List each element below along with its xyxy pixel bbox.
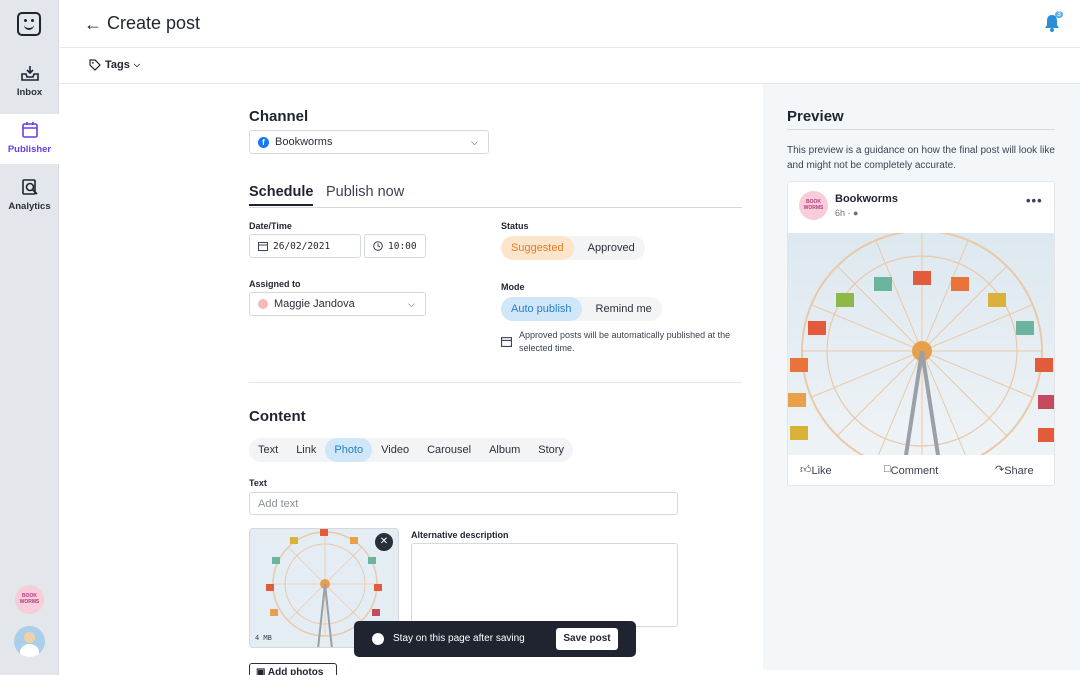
ferris-wheel-image <box>788 233 1054 455</box>
section-divider <box>249 382 742 383</box>
preview-panel: Preview This preview is a guidance on ho… <box>763 84 1080 670</box>
inbox-icon <box>20 66 39 81</box>
channel-select[interactable]: f Bookworms ⌵ <box>249 130 489 154</box>
sidebar: Inbox Publisher Analytics BOOK WORMS <box>0 0 59 675</box>
like-action[interactable]: 👍︎ Like <box>800 463 832 477</box>
save-toast: Stay on this page after saving Save post <box>354 621 636 657</box>
more-options-icon[interactable]: ••• <box>1026 193 1043 208</box>
stay-on-page-toggle[interactable] <box>372 633 384 645</box>
channel-value: Bookworms <box>275 136 333 148</box>
page-avatar: BOOK WORMS <box>799 191 828 220</box>
globe-icon: ● <box>853 208 859 218</box>
status-suggested[interactable]: Suggested <box>501 236 574 260</box>
back-arrow-icon[interactable]: ← <box>84 14 102 35</box>
assignee-select[interactable]: Maggie Jandova ⌵ <box>249 292 426 316</box>
user-avatar[interactable] <box>14 626 45 657</box>
post-actions: 👍︎ Like □ Comment ↷ Share <box>788 461 1054 481</box>
status-toggle: Suggested Approved <box>501 236 645 260</box>
photo-size: 4 MB <box>255 634 272 642</box>
date-label: Date/Time <box>249 221 292 231</box>
text-label: Text <box>249 478 267 488</box>
mode-auto-publish[interactable]: Auto publish <box>501 297 582 321</box>
facebook-icon: f <box>258 136 269 148</box>
tags-label: Tags <box>105 59 130 71</box>
content-type-tabs: Text Link Photo Video Carousel Album Sto… <box>249 438 573 462</box>
post-image <box>788 233 1054 455</box>
tab-schedule[interactable]: Schedule <box>249 184 314 206</box>
page-header: ← Create post 3 <box>60 0 1080 48</box>
preview-heading: Preview <box>787 108 844 125</box>
calendar-icon <box>21 122 38 138</box>
toolbar: Tags ⌵ <box>60 48 1080 84</box>
sidebar-item-label: Analytics <box>8 201 51 212</box>
tag-icon <box>89 59 101 71</box>
date-field[interactable]: 26/02/2021 <box>249 234 361 258</box>
brand-avatar[interactable]: BOOK WORMS <box>15 585 44 614</box>
add-photos-button[interactable]: ▣ Add photos <box>249 663 337 675</box>
calendar-icon <box>258 242 268 251</box>
mode-label: Mode <box>501 282 525 292</box>
comment-action[interactable]: □ Comment <box>884 463 938 477</box>
tab-link[interactable]: Link <box>287 438 325 462</box>
mode-remind-me[interactable]: Remind me <box>586 297 662 321</box>
post-preview-card: BOOK WORMS Bookworms 6h · ● ••• 👍︎ Like … <box>787 181 1055 486</box>
mode-hint: Approved posts will be automatically pub… <box>519 330 731 353</box>
preview-description: This preview is a guidance on how the fi… <box>787 145 1055 171</box>
user-avatar <box>258 299 268 309</box>
share-action[interactable]: ↷ Share <box>995 463 1034 477</box>
alt-description-label: Alternative description <box>411 530 509 540</box>
channel-heading: Channel <box>249 108 309 125</box>
add-photos-label: Add photos <box>267 667 324 675</box>
clock-icon <box>373 241 383 251</box>
preview-divider <box>787 129 1055 130</box>
tab-text[interactable]: Text <box>249 438 287 462</box>
toast-text: Stay on this page after saving <box>393 633 525 644</box>
assigned-label: Assigned to <box>249 279 301 289</box>
sidebar-item-analytics[interactable]: Analytics <box>0 165 59 225</box>
tab-carousel[interactable]: Carousel <box>418 438 480 462</box>
post-form: Channel f Bookworms ⌵ Schedule Publish n… <box>60 84 763 675</box>
chevron-down-icon: ⌵ <box>133 60 140 69</box>
tab-publish-now[interactable]: Publish now <box>326 184 404 204</box>
tab-album[interactable]: Album <box>480 438 529 462</box>
schedule-tabs: Schedule Publish now <box>249 184 742 208</box>
sidebar-item-label: Publisher <box>7 144 52 155</box>
status-approved[interactable]: Approved <box>578 236 645 260</box>
page-title: Create post <box>107 13 201 33</box>
status-label: Status <box>501 221 529 231</box>
analytics-icon <box>21 179 38 195</box>
sidebar-item-publisher[interactable]: Publisher <box>0 114 59 164</box>
chevron-down-icon: ⌵ <box>471 137 478 147</box>
tab-video[interactable]: Video <box>372 438 418 462</box>
content-heading: Content <box>249 408 306 425</box>
mode-toggle: Auto publish Remind me <box>501 297 662 321</box>
post-time: 6h · ● <box>835 208 859 218</box>
remove-photo-button[interactable]: ✕ <box>375 533 393 551</box>
alt-description-input[interactable] <box>411 543 678 627</box>
assignee-value: Maggie Jandova <box>274 298 355 310</box>
sidebar-item-label: Inbox <box>16 87 43 98</box>
tab-photo[interactable]: Photo <box>325 438 373 462</box>
tab-story[interactable]: Story <box>529 438 573 462</box>
save-post-button[interactable]: Save post <box>556 628 618 650</box>
calendar-icon <box>501 337 512 347</box>
page-name: Bookworms <box>835 193 898 205</box>
app-logo-icon[interactable] <box>17 12 41 36</box>
tags-button[interactable]: Tags ⌵ <box>89 59 140 71</box>
text-input[interactable]: Add text <box>249 492 678 515</box>
time-field[interactable]: 10:00 <box>364 234 426 258</box>
chevron-down-icon: ⌵ <box>408 299 415 309</box>
image-icon: ▣ <box>256 667 266 675</box>
sidebar-item-inbox[interactable]: Inbox <box>0 50 59 114</box>
notification-badge: 3 <box>1055 11 1063 18</box>
time-value: 10:00 <box>388 240 417 252</box>
date-value: 26/02/2021 <box>273 240 331 252</box>
